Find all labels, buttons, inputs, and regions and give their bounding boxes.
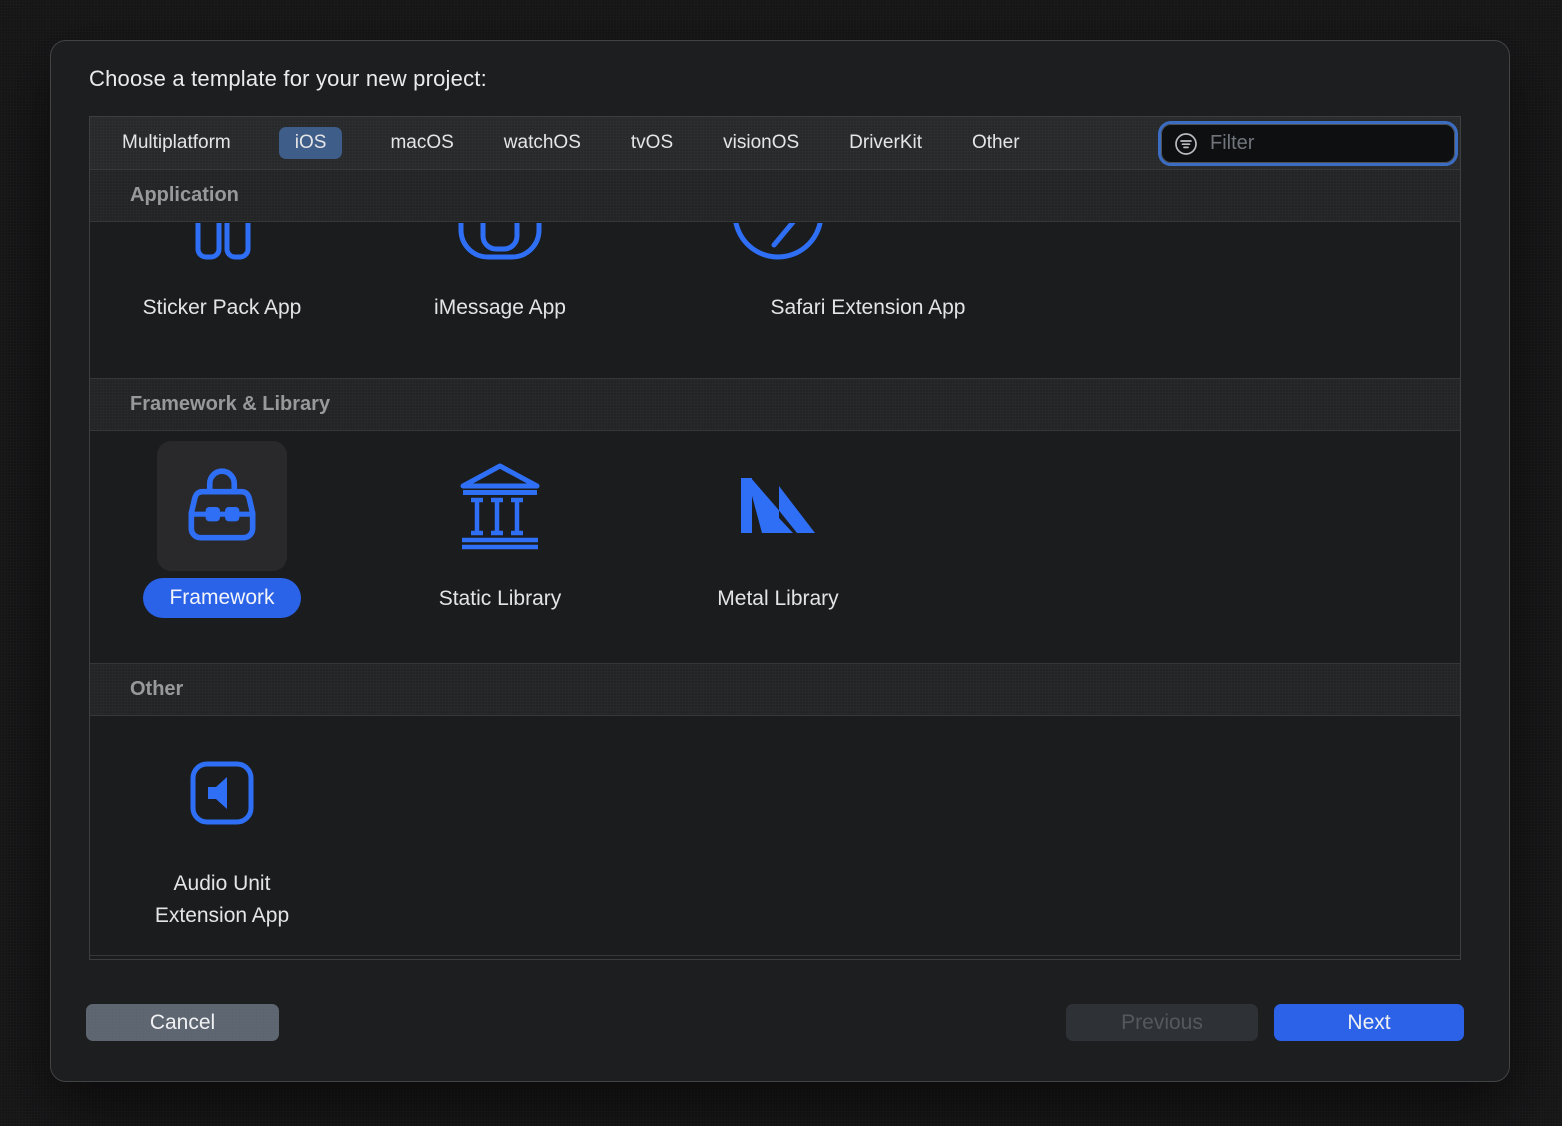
section-title: Framework & Library — [130, 393, 330, 416]
dialog-title: Choose a template for your new project: — [89, 66, 487, 92]
platform-tabs: Multiplatform iOS macOS watchOS tvOS vis… — [90, 127, 1022, 159]
previous-button[interactable]: Previous — [1066, 1004, 1258, 1041]
section-header-framework-library: Framework & Library — [90, 379, 1460, 431]
template-label: Safari Extension App — [763, 292, 973, 324]
section-title: Other — [130, 678, 183, 701]
template-label: Metal Library — [668, 583, 888, 615]
speaker-icon — [190, 761, 254, 825]
cancel-button[interactable]: Cancel — [86, 1004, 279, 1041]
section-header-other: Other — [90, 664, 1460, 716]
template-label: Sticker Pack App — [112, 292, 332, 324]
template-chooser: Multiplatform iOS macOS watchOS tvOS vis… — [89, 116, 1461, 960]
library-columns-icon — [454, 459, 546, 555]
metal-logo-icon — [741, 478, 815, 533]
tab-other[interactable]: Other — [970, 127, 1022, 159]
screen-background: Choose a template for your new project: … — [0, 0, 1562, 1126]
filter-icon — [1173, 131, 1199, 157]
tab-multiplatform[interactable]: Multiplatform — [120, 127, 233, 159]
tab-watchos[interactable]: watchOS — [502, 127, 583, 159]
tab-tvos[interactable]: tvOS — [629, 127, 675, 159]
other-templates-row: Audio Unit Extension App — [90, 716, 1460, 956]
filter-placeholder: Filter — [1210, 132, 1254, 155]
tab-driverkit[interactable]: DriverKit — [847, 127, 924, 159]
tab-macos[interactable]: macOS — [388, 127, 455, 159]
selected-template-label: Framework — [143, 578, 301, 618]
sticker-pack-icon — [174, 223, 270, 270]
filter-field[interactable]: Filter — [1158, 121, 1458, 166]
application-templates-row: Sticker Pack App iMessage App — [90, 222, 1460, 379]
template-label: Audio Unit Extension App — [137, 868, 307, 932]
new-project-template-dialog: Choose a template for your new project: … — [50, 40, 1510, 1082]
toolbox-icon — [176, 460, 268, 552]
safari-compass-icon — [730, 223, 826, 270]
selected-template-tile — [157, 441, 287, 571]
framework-library-row: Framework — [90, 431, 1460, 664]
section-header-application: Application — [90, 170, 1460, 222]
next-button[interactable]: Next — [1274, 1004, 1464, 1041]
template-label: Static Library — [390, 583, 610, 615]
imessage-icon — [452, 223, 548, 270]
template-label: iMessage App — [390, 292, 610, 324]
platform-tab-bar: Multiplatform iOS macOS watchOS tvOS vis… — [90, 117, 1460, 170]
tab-visionos[interactable]: visionOS — [721, 127, 801, 159]
section-title: Application — [130, 184, 239, 207]
tab-ios[interactable]: iOS — [279, 127, 343, 159]
